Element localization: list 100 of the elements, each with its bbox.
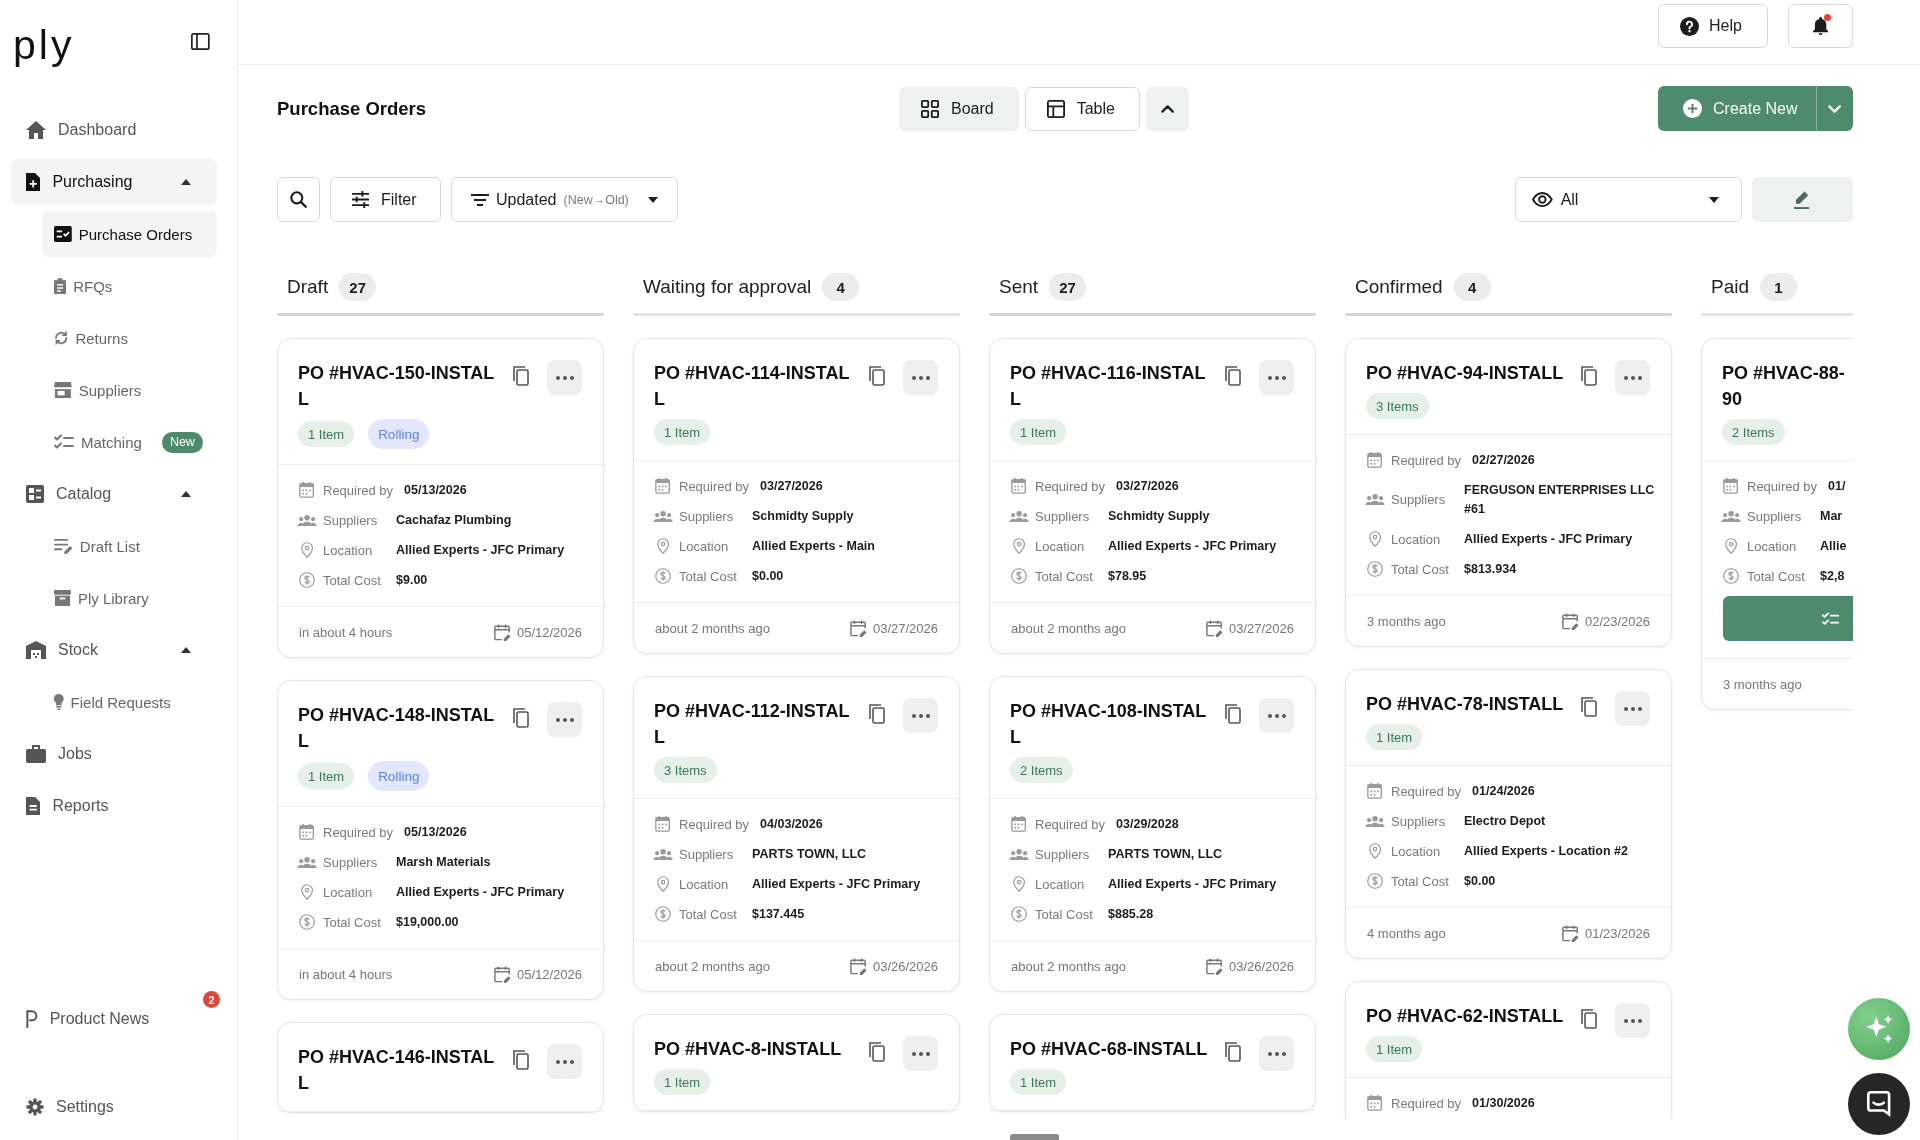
- purchase-order-card[interactable]: PO #HVAC-94-INSTALL 3 Items Required by 02/27/2026 Suppliers FERGUSON ENTERPRISES LLC #61 Location Allied Experts - JFC Primary Total Cost $813.934 3 months ago 02/23/2026: [1345, 338, 1672, 647]
- copy-icon[interactable]: [513, 708, 529, 728]
- copy-icon[interactable]: [869, 1042, 885, 1062]
- detail-label: Required by: [1035, 477, 1106, 496]
- sidebar-item[interactable]: Reports: [11, 783, 217, 829]
- card-title: PO #HVAC-116-INSTALL: [1010, 362, 1207, 411]
- purchase-order-card[interactable]: PO #HVAC-112-INSTALL 3 Items Required by 04/03/2026 Suppliers PARTS TOWN, LLC Location Allied Experts - JFC Primary Total Cost $137.445 about 2 months ago 03/26/2026: [633, 676, 960, 992]
- calendar-icon: [655, 478, 671, 494]
- copy-icon[interactable]: [513, 366, 529, 386]
- detail-label: Suppliers: [1035, 845, 1091, 864]
- detail-value: Electro Depot: [1464, 812, 1547, 830]
- more-button[interactable]: [1615, 1003, 1650, 1038]
- detail-label: Required by: [323, 481, 394, 500]
- search-button[interactable]: [277, 177, 320, 222]
- card-title: PO #HVAC-68-INSTALL: [1010, 1038, 1209, 1061]
- help-button[interactable]: Help: [1658, 4, 1768, 48]
- detail-label: Required by: [679, 815, 750, 834]
- count-badge: 4: [1453, 273, 1491, 301]
- sidebar-subitem[interactable]: Ply Library: [42, 575, 217, 621]
- sidebar-item[interactable]: Stock: [11, 627, 217, 673]
- more-button[interactable]: [547, 360, 582, 395]
- more-button[interactable]: [1615, 691, 1650, 726]
- sidebar-item[interactable]: Catalog: [11, 471, 217, 517]
- ellipsis-icon: [911, 713, 930, 718]
- create-new-button[interactable]: Create New: [1658, 86, 1816, 131]
- relative-time: in about 4 hours: [299, 966, 393, 982]
- more-button[interactable]: [903, 360, 938, 395]
- more-button[interactable]: [1259, 1036, 1294, 1071]
- more-button[interactable]: [547, 702, 582, 737]
- detail-value: $0.00: [1464, 872, 1497, 890]
- sidebar-subitem[interactable]: Purchase Orders: [42, 211, 217, 257]
- filter-button[interactable]: Filter: [330, 177, 441, 222]
- caret-up-icon[interactable]: [181, 491, 191, 497]
- dollar-icon: [1011, 568, 1027, 584]
- copy-icon[interactable]: [1225, 704, 1241, 724]
- sidebar-item[interactable]: Settings: [11, 1084, 132, 1130]
- people-icon: [296, 856, 318, 868]
- view-tab[interactable]: Board: [899, 86, 1019, 131]
- visibility-dropdown[interactable]: All: [1515, 177, 1742, 222]
- purchase-order-card[interactable]: PO #HVAC-146-INSTALL: [277, 1022, 604, 1113]
- detail-label: Suppliers: [323, 511, 379, 530]
- sidebar-item[interactable]: Dashboard: [11, 107, 217, 153]
- copy-icon[interactable]: [1581, 1009, 1597, 1029]
- more-button[interactable]: [903, 1036, 938, 1071]
- sidebar-subitem[interactable]: Field Requests: [42, 679, 217, 725]
- sidebar-item[interactable]: Purchasing: [11, 159, 217, 205]
- purchase-order-card[interactable]: PO #HVAC-148-INSTALL 1 Item Rolling Required by 05/13/2026 Suppliers Marsh Materials Location Allied Experts - JFC Primary Total Cost $19,000.00 in about 4 hours 05/12/2026: [277, 680, 604, 1000]
- purchase-order-card[interactable]: PO #HVAC-150-INSTALL 1 Item Rolling Required by 05/13/2026 Suppliers Cachafaz Plumbing Location Allied Experts - JFC Primary Total Cost $9.00 in about 4 hours 05/12/2026: [277, 338, 604, 658]
- copy-icon[interactable]: [1225, 1042, 1241, 1062]
- logo-wordmark[interactable]: ply: [13, 25, 75, 66]
- edit-button[interactable]: [1752, 177, 1853, 222]
- copy-icon[interactable]: [1581, 366, 1597, 386]
- caret-up-icon[interactable]: [181, 179, 191, 185]
- detail-label: Location: [1035, 537, 1086, 556]
- purchase-order-card[interactable]: PO #HVAC-62-INSTALL 1 Item Required by 01/30/2026: [1345, 981, 1672, 1120]
- purchase-order-card[interactable]: PO #HVAC-78-INSTALL 1 Item Required by 01/24/2026 Suppliers Electro Depot Location Allied Experts - Location #2 Total Cost $0.00 4 months ago 01/23/2026: [1345, 669, 1672, 959]
- detail-label: Required by: [1391, 782, 1462, 801]
- location-pin-icon: [1368, 843, 1382, 859]
- sidebar-subitem[interactable]: Draft List: [42, 523, 217, 569]
- detail-value: 04/03/2026: [760, 815, 824, 833]
- sidebar-subitem[interactable]: RFQs: [42, 263, 217, 309]
- more-button[interactable]: [1259, 360, 1294, 395]
- caret-up-icon[interactable]: [181, 647, 191, 653]
- purchase-order-card[interactable]: PO #HVAC-88- 90 2 Items Required by 01/ Suppliers Mar Location Allie Total Cost $2,8 3 months ago: [1701, 338, 1853, 710]
- archive-box-icon: [54, 590, 71, 606]
- card-title: PO #HVAC-150-INSTALL: [298, 362, 496, 411]
- view-tab[interactable]: Table: [1024, 86, 1140, 131]
- relative-time: about 2 months ago: [655, 958, 770, 974]
- purchase-order-card[interactable]: PO #HVAC-114-INSTALL 1 Item Required by 03/27/2026 Suppliers Schmidty Supply Location Allied Experts - Main Total Cost $0.00 about 2 months ago 03/27/2026: [633, 338, 960, 654]
- ellipsis-icon: [555, 1059, 574, 1064]
- location-pin-icon: [656, 538, 670, 554]
- scrollbar-thumb[interactable]: [1010, 1134, 1059, 1140]
- detail-label: Suppliers: [323, 853, 379, 872]
- sidebar-subitem[interactable]: Suppliers: [42, 367, 217, 413]
- item-count-chip: 1 Item: [654, 1069, 711, 1095]
- card-date: 05/12/2026: [516, 624, 582, 640]
- notifications-button[interactable]: [1788, 4, 1853, 48]
- more-button[interactable]: [1615, 360, 1650, 395]
- sidebar-item[interactable]: Product News: [11, 996, 168, 1042]
- sidebar-subitem[interactable]: Matching New: [42, 419, 217, 465]
- purchase-order-card[interactable]: PO #HVAC-68-INSTALL 1 Item: [989, 1014, 1316, 1112]
- copy-icon[interactable]: [869, 366, 885, 386]
- sort-dropdown[interactable]: Updated (New→Old): [451, 177, 678, 222]
- copy-icon[interactable]: [1581, 697, 1597, 717]
- more-button[interactable]: [903, 698, 938, 733]
- sidebar-item[interactable]: Jobs: [11, 731, 217, 777]
- detail-label: Location: [1391, 530, 1442, 549]
- relative-time: about 2 months ago: [1011, 958, 1126, 974]
- more-button[interactable]: [1259, 698, 1294, 733]
- sidebar-toggle-icon[interactable]: [191, 33, 210, 50]
- sidebar-subitem[interactable]: Returns: [42, 315, 217, 361]
- purchase-order-card[interactable]: PO #HVAC-8-INSTALL 1 Item: [633, 1014, 960, 1112]
- copy-icon[interactable]: [513, 1050, 529, 1070]
- copy-icon[interactable]: [869, 704, 885, 724]
- people-icon: [1364, 815, 1386, 827]
- purchase-order-card[interactable]: PO #HVAC-108-INSTALL 2 Items Required by 03/29/2028 Suppliers PARTS TOWN, LLC Location Allied Experts - JFC Primary Total Cost $885.28 about 2 months ago 03/26/2026: [989, 676, 1316, 992]
- copy-icon[interactable]: [1225, 366, 1241, 386]
- purchase-order-card[interactable]: PO #HVAC-116-INSTALL 1 Item Required by 03/27/2026 Suppliers Schmidty Supply Location Allied Experts - JFC Primary Total Cost $78.95 about 2 months ago 03/27/2026: [989, 338, 1316, 654]
- more-button[interactable]: [547, 1044, 582, 1079]
- create-options-button[interactable]: [1816, 86, 1853, 131]
